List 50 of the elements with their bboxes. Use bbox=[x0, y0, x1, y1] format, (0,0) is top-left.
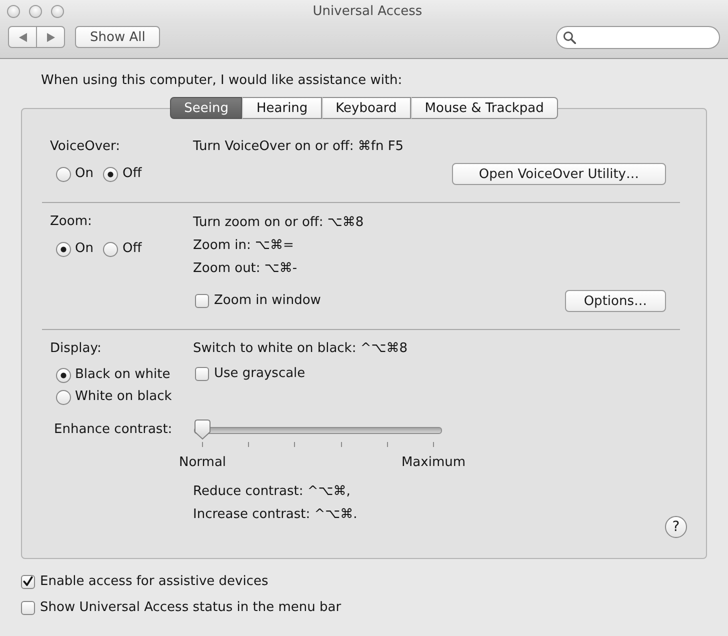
shortcut-text: Turn VoiceOver on or off: ⌘fn F5 bbox=[193, 138, 405, 156]
checkbox[interactable]: Show Universal Access status in the menu bar bbox=[21, 598, 728, 618]
section-label: Zoom: bbox=[50, 213, 93, 231]
checkbox[interactable]: Zoom in window bbox=[195, 291, 321, 311]
tick-mark bbox=[202, 442, 203, 447]
tab[interactable]: Hearing bbox=[242, 97, 322, 119]
intro-text: When using this computer, I would like assistance with: bbox=[41, 72, 404, 90]
tick-mark bbox=[294, 442, 296, 447]
tab[interactable]: Seeing bbox=[170, 97, 242, 119]
options-button[interactable]: Options… bbox=[564, 290, 666, 312]
shortcut-text: Turn zoom on or off: ⌥⌘8 bbox=[193, 214, 365, 232]
triangle-left-icon bbox=[18, 32, 26, 42]
window-title: Universal Access bbox=[312, 4, 422, 18]
slider-thumb[interactable] bbox=[194, 419, 211, 440]
radio-button[interactable]: Off bbox=[103, 163, 142, 185]
forward-button[interactable] bbox=[37, 26, 65, 48]
help-button[interactable]: ? bbox=[665, 516, 687, 538]
tick-mark bbox=[432, 442, 434, 447]
checkbox[interactable]: Use grayscale bbox=[195, 364, 306, 384]
shortcut-text: Reduce contrast: ^⌥⌘, bbox=[193, 483, 352, 501]
shortcut-text: Zoom out: ⌥⌘- bbox=[193, 260, 298, 278]
section-label: Display: bbox=[50, 340, 102, 358]
radio-button[interactable]: On bbox=[56, 238, 94, 260]
open-utility-button[interactable]: Open VoiceOver Utility… bbox=[452, 163, 666, 185]
slider-min-label: Normal bbox=[178, 454, 226, 472]
show-all-button[interactable]: Show All bbox=[75, 26, 160, 48]
shortcut-text: Switch to white on black: ^⌥⌘8 bbox=[193, 340, 408, 358]
slider-label: Enhance contrast: bbox=[53, 421, 174, 439]
search-field[interactable] bbox=[556, 26, 720, 49]
tab[interactable]: Mouse & Trackpad bbox=[410, 97, 558, 119]
triangle-right-icon bbox=[46, 32, 54, 42]
radio-button[interactable]: Black on white bbox=[56, 364, 170, 386]
shortcut-text: Increase contrast: ^⌥⌘. bbox=[193, 506, 358, 524]
close-button[interactable] bbox=[7, 4, 20, 18]
slider-track[interactable] bbox=[194, 419, 442, 440]
tick-mark bbox=[386, 442, 388, 447]
shortcut-text: Zoom in: ⌥⌘= bbox=[193, 237, 295, 255]
tick-mark bbox=[248, 442, 250, 447]
slider-max-label: Maximum bbox=[401, 454, 466, 472]
back-button[interactable] bbox=[8, 26, 37, 48]
tab[interactable]: Keyboard bbox=[322, 97, 411, 119]
tick-mark bbox=[340, 442, 342, 447]
minimize-button[interactable] bbox=[29, 4, 42, 18]
checkbox[interactable]: Enable access for assistive devices bbox=[21, 572, 728, 592]
zoom-button[interactable] bbox=[51, 4, 64, 18]
radio-button[interactable]: Off bbox=[103, 238, 142, 260]
radio-button[interactable]: On bbox=[56, 163, 94, 185]
radio-button[interactable]: White on black bbox=[56, 386, 172, 408]
section-label: VoiceOver: bbox=[50, 138, 122, 156]
search-icon bbox=[563, 31, 576, 44]
